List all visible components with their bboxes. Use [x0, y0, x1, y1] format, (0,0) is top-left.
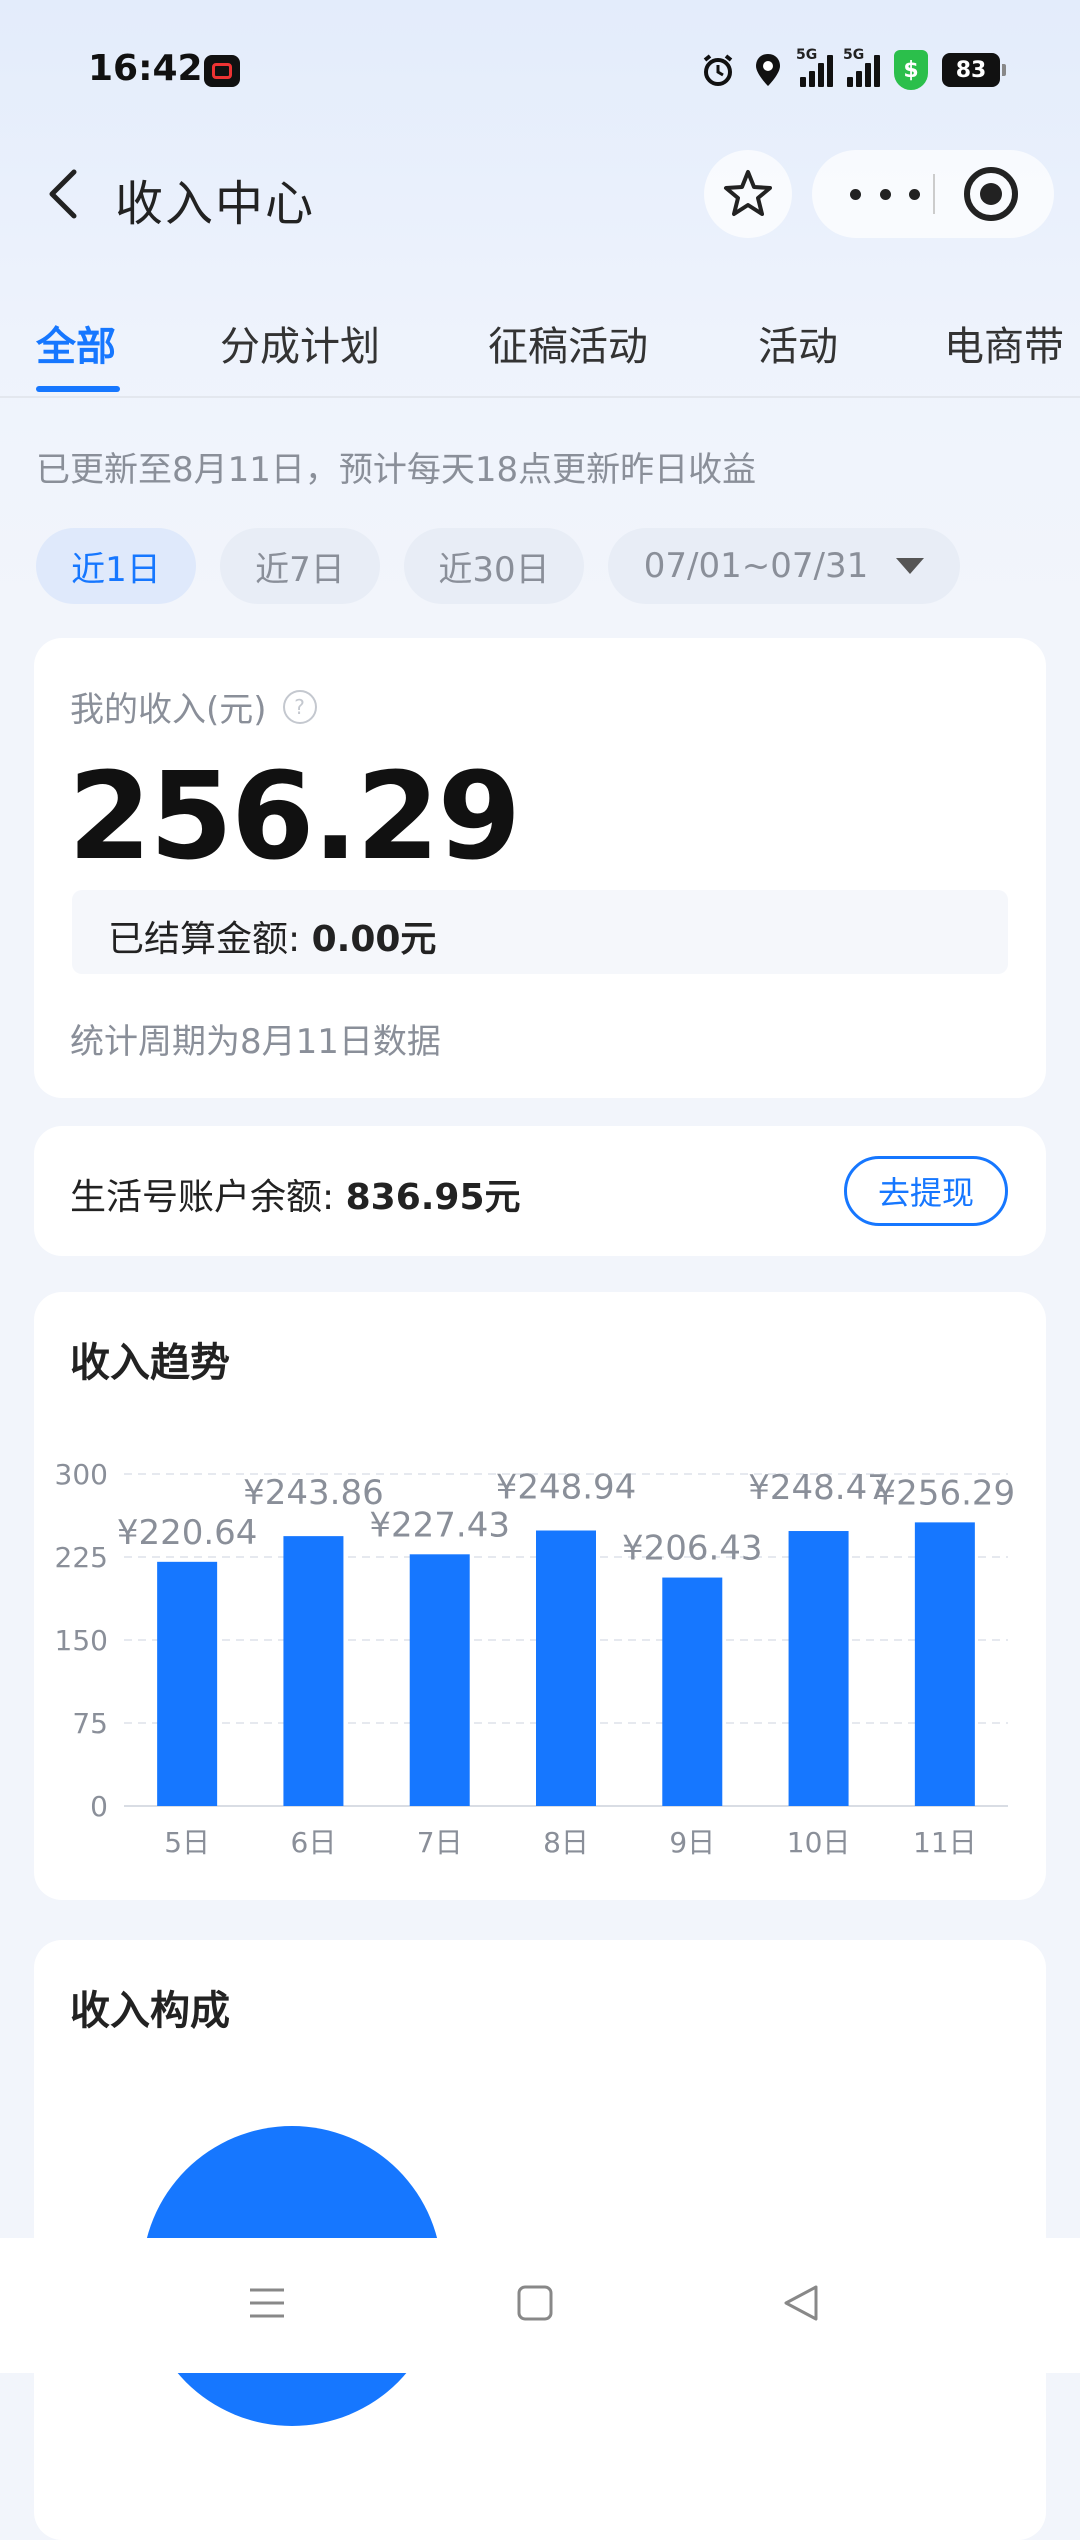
- chart-bar: [157, 1561, 218, 1806]
- screen-record-icon: [204, 55, 240, 87]
- help-icon[interactable]: ?: [282, 689, 317, 724]
- bar-value-label: ¥206.43: [622, 1529, 763, 1569]
- bar-value-label: ¥227.43: [369, 1505, 510, 1545]
- y-tick-label: 150: [55, 1624, 108, 1657]
- signal-5g-icon: 5G: [796, 47, 833, 87]
- home-icon[interactable]: [514, 2282, 556, 2324]
- income-trend-card: 收入趋势 300 225 150 75 0 ¥220.64 5日 ¥243.86 6日 ¥227.…: [34, 1292, 1046, 1900]
- back-arrow-icon[interactable]: [38, 162, 94, 226]
- chart-bar: [283, 1536, 344, 1806]
- x-tick-label: 9日: [669, 1826, 715, 1859]
- update-note: 已更新至8月11日，预计每天18点更新昨日收益: [36, 450, 757, 490]
- balance-text: 生活号账户余额: 836.95元: [70, 1168, 521, 1220]
- settled-value: 0.00元: [311, 919, 437, 960]
- income-label-row: 我的收入(元) ?: [70, 682, 317, 731]
- settled-amount-box: 已结算金额: 0.00元: [72, 890, 1008, 974]
- dropdown-triangle-icon: [896, 558, 925, 574]
- miniapp-capsule: [812, 150, 1054, 238]
- withdraw-button[interactable]: 去提现: [844, 1156, 1008, 1226]
- status-bar: 16:42 5G 5G $ 83: [0, 0, 1080, 140]
- x-tick-label: 5日: [164, 1826, 210, 1859]
- signal-5g-icon: 5G: [843, 47, 880, 87]
- menu-icon[interactable]: [246, 2282, 288, 2324]
- tab-ecommerce[interactable]: 电商带: [944, 314, 1064, 372]
- status-icons: 5G 5G $ 83: [700, 47, 1006, 90]
- category-tabs: 全部 分成计划 征稿活动 活动 电商带: [0, 300, 1080, 398]
- x-tick-label: 11日: [913, 1826, 977, 1859]
- active-tab-indicator: [36, 386, 120, 392]
- chart-bar: [536, 1530, 596, 1806]
- status-time: 16:42: [88, 48, 203, 89]
- battery-icon: 83: [942, 53, 1006, 87]
- balance-value: 836.95元: [345, 1177, 521, 1218]
- chart-bar: [788, 1531, 849, 1806]
- system-nav-bar: [0, 2238, 1080, 2373]
- chart-bar: [409, 1554, 470, 1806]
- chip-last-30-days[interactable]: 近30日: [404, 528, 584, 604]
- capsule-divider: [933, 174, 935, 214]
- income-trend-chart: 300 225 150 75 0 ¥220.64 5日 ¥243.86 6日 ¥227.43 7日 ¥…: [55, 1458, 1016, 1859]
- chip-last-7-days[interactable]: 近7日: [220, 528, 380, 604]
- x-tick-label: 7日: [417, 1826, 463, 1859]
- balance-label: 生活号账户余额:: [70, 1177, 335, 1218]
- x-tick-label: 8日: [543, 1826, 589, 1859]
- custom-date-range-select[interactable]: 07/01~07/31: [608, 528, 960, 604]
- settled-label: 已结算金额:: [108, 919, 301, 960]
- y-tick-label: 300: [55, 1458, 108, 1491]
- settled-amount-text: 已结算金额: 0.00元: [108, 910, 436, 962]
- income-card: 我的收入(元) ? 256.29 已结算金额: 0.00元 统计周期为8月11日…: [34, 638, 1046, 1098]
- bar-value-label: ¥248.94: [496, 1468, 637, 1508]
- signal-5g-label: 5G: [796, 47, 818, 63]
- tab-submission-event[interactable]: 征稿活动: [488, 314, 648, 372]
- close-miniapp-icon[interactable]: [964, 167, 1018, 221]
- chip-last-1-day[interactable]: 近1日: [36, 528, 196, 604]
- x-tick-label: 10日: [787, 1826, 851, 1859]
- bar-value-label: ¥248.47: [748, 1468, 889, 1508]
- chart-bar: [662, 1577, 723, 1806]
- x-tick-label: 6日: [291, 1826, 337, 1859]
- alarm-icon: [700, 52, 736, 88]
- income-label: 我的收入(元): [70, 690, 267, 730]
- tab-revenue-share[interactable]: 分成计划: [220, 314, 380, 372]
- custom-date-range-label: 07/01~07/31: [643, 546, 869, 586]
- balance-card: 生活号账户余额: 836.95元 去提现: [34, 1126, 1046, 1256]
- bar-value-label: ¥220.64: [117, 1513, 258, 1553]
- y-tick-label: 75: [72, 1707, 108, 1740]
- stat-period-note: 统计周期为8月11日数据: [70, 1022, 441, 1062]
- more-options-icon[interactable]: [850, 170, 920, 218]
- page-title: 收入中心: [115, 176, 316, 232]
- location-icon: [750, 52, 786, 88]
- favorite-star-button[interactable]: [704, 150, 792, 238]
- nav-bar: 收入中心: [0, 140, 1080, 250]
- back-icon[interactable]: [780, 2282, 822, 2324]
- tab-activity[interactable]: 活动: [758, 314, 838, 372]
- bar-value-label: ¥256.29: [875, 1473, 1016, 1513]
- bar-value-label: ¥243.86: [243, 1473, 384, 1513]
- tab-all[interactable]: 全部: [36, 314, 116, 372]
- y-tick-label: 0: [90, 1790, 108, 1823]
- security-shield-icon: $: [894, 50, 928, 90]
- signal-5g-label: 5G: [843, 47, 865, 63]
- y-tick-label: 225: [55, 1541, 108, 1574]
- chart-bar: [914, 1522, 975, 1806]
- star-icon: [724, 170, 772, 216]
- income-amount: 256.29: [68, 748, 521, 887]
